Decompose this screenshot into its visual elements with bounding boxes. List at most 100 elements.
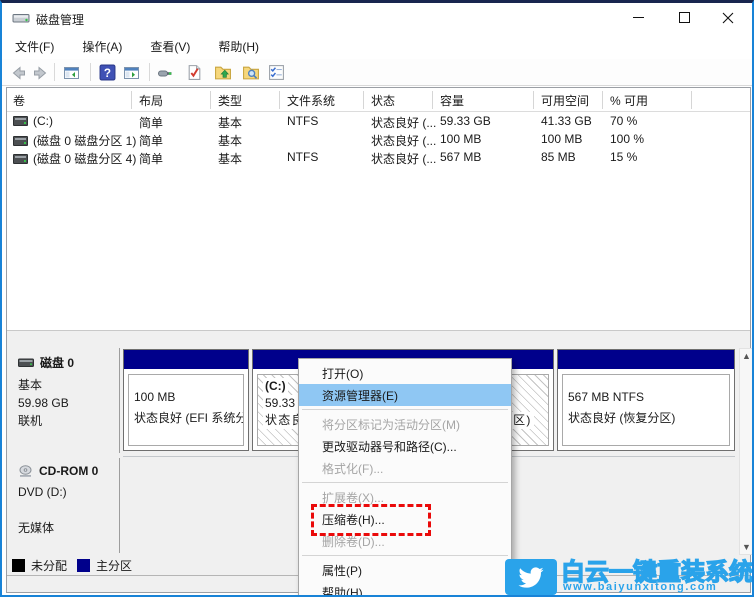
menu-action[interactable]: 操作(A) — [79, 36, 125, 57]
disk-kind: 基本 — [18, 378, 43, 392]
header-separator — [602, 91, 603, 109]
checklist-icon — [268, 65, 284, 80]
cell-free: 41.33 GB — [541, 114, 592, 128]
legend-label: 主分区 — [96, 559, 133, 573]
cdrom-label-box[interactable]: CD-ROM 0 DVD (D:) 无媒体 — [10, 458, 120, 553]
cell-fs: NTFS — [287, 114, 319, 128]
cdrom-icon — [19, 464, 32, 477]
show-action-pane-button[interactable] — [120, 62, 142, 83]
col-status[interactable]: 状态 — [371, 92, 395, 108]
cell-capacity: 100 MB — [440, 132, 482, 146]
table-row[interactable]: (磁盘 0 磁盘分区 4) 简单 基本 NTFS 状态良好 (... 567 M… — [7, 148, 750, 166]
back-button[interactable] — [7, 62, 29, 83]
title-bar: 磁盘管理 — [2, 3, 752, 33]
minimize-button[interactable] — [616, 3, 660, 32]
disk0-label-box[interactable]: 磁盘 0 基本 59.98 GB 联机 — [10, 348, 120, 453]
disk-management-window: 磁盘管理 文件(F) 操作(A) 查看(V) 帮助(H) ? 卷 布局 类型 文… — [0, 0, 754, 597]
disk-status: 联机 — [18, 414, 43, 428]
menu-file[interactable]: 文件(F) — [12, 36, 57, 57]
table-row[interactable]: (C:) 简单 基本 NTFS 状态良好 (... 59.33 GB 41.33… — [7, 112, 750, 130]
col-capacity[interactable]: 容量 — [440, 92, 464, 108]
cell-pct: 70 % — [610, 114, 638, 128]
col-layout[interactable]: 布局 — [139, 92, 163, 108]
cell-free: 100 MB — [541, 132, 583, 146]
menu-separator — [302, 482, 508, 483]
close-button[interactable] — [706, 3, 750, 32]
context-menu: 打开(O) 资源管理器(E) 将分区标记为活动分区(M) 更改驱动器号和路径(C… — [298, 358, 512, 596]
legend-unallocated: 未分配 — [12, 557, 67, 574]
partition-header-bar — [124, 350, 248, 370]
volume-icon — [13, 135, 28, 146]
menu-item-format: 格式化(F)... — [322, 461, 384, 476]
checklist-button[interactable] — [265, 62, 287, 83]
help-button[interactable]: ? — [96, 62, 118, 83]
action-pane-icon — [123, 66, 139, 79]
unallocated-swatch — [12, 559, 25, 572]
folder-search-icon — [243, 66, 259, 80]
table-header: 卷 布局 类型 文件系统 状态 容量 可用空间 % 可用 — [7, 89, 750, 112]
volume-icon — [13, 153, 28, 164]
scroll-up-icon[interactable]: ▲︎ — [740, 349, 752, 363]
properties-tool-button[interactable] — [154, 62, 176, 83]
cell-volume: (磁盘 0 磁盘分区 1) — [33, 134, 137, 148]
disk-icon — [18, 358, 34, 367]
menu-item-change-drive-letter[interactable]: 更改驱动器号和路径(C)... — [299, 435, 511, 457]
table-row[interactable]: (磁盘 0 磁盘分区 1) 简单 基本 状态良好 (... 100 MB 100… — [7, 130, 750, 148]
maximize-button[interactable] — [662, 3, 706, 32]
menu-view[interactable]: 查看(V) — [147, 36, 193, 57]
tool-icon — [157, 70, 171, 76]
partition-info: 100 MB 状态良好 (EFI 系统分区) — [128, 374, 244, 446]
window-title: 磁盘管理 — [36, 13, 85, 27]
cell-free: 85 MB — [541, 150, 576, 164]
disk-size: 59.98 GB — [18, 396, 69, 410]
shrink-volume-highlight-box — [311, 504, 431, 536]
check-document-button[interactable] — [183, 62, 205, 83]
forward-button[interactable] — [29, 62, 51, 83]
cell-volume: (磁盘 0 磁盘分区 4) — [33, 152, 137, 166]
header-separator — [691, 91, 692, 109]
header-separator — [363, 91, 364, 109]
menu-item-properties[interactable]: 属性(P) — [299, 559, 511, 581]
cdrom-name: CD-ROM 0 — [39, 464, 99, 478]
vertical-scrollbar[interactable]: ▲︎ ▼︎ — [739, 348, 752, 555]
col-volume[interactable]: 卷 — [13, 92, 25, 108]
partition-efi[interactable]: 100 MB 状态良好 (EFI 系统分区) — [123, 349, 249, 451]
legend-primary-partition: 主分区 — [77, 557, 132, 574]
menu-item-open[interactable]: 打开(O) — [299, 362, 511, 384]
partition-name: (C:) — [263, 378, 288, 395]
cell-volume: (C:) — [33, 114, 53, 128]
menu-separator — [302, 409, 508, 410]
col-free-space[interactable]: 可用空间 — [541, 92, 589, 108]
menu-item-help[interactable]: 帮助(H) — [299, 581, 511, 596]
primary-partition-swatch — [77, 559, 91, 572]
help-icon: ? — [99, 64, 115, 81]
folder-search-button[interactable] — [240, 62, 262, 83]
toolbar-separator — [54, 63, 55, 81]
document-check-icon — [188, 65, 200, 80]
disk-name: 磁盘 0 — [40, 356, 75, 370]
folder-up-icon — [215, 66, 231, 80]
toolbar-separator — [90, 63, 91, 81]
partition-size: 567 MB NTFS — [568, 390, 645, 404]
cell-pct: 100 % — [610, 132, 645, 146]
partition-recovery[interactable]: 567 MB NTFS 状态良好 (恢复分区) — [557, 349, 735, 451]
app-disk-icon — [12, 11, 30, 28]
cell-layout: 简单 — [139, 152, 164, 166]
cell-capacity: 59.33 GB — [440, 114, 491, 128]
col-type[interactable]: 类型 — [218, 92, 242, 108]
pane-splitter[interactable] — [7, 330, 750, 346]
cell-type: 基本 — [218, 134, 243, 148]
cell-type: 基本 — [218, 116, 243, 130]
col-pct-free[interactable]: % 可用 — [610, 92, 648, 108]
menu-item-explorer[interactable]: 资源管理器(E) — [299, 384, 511, 406]
show-console-tree-button[interactable] — [60, 62, 82, 83]
back-icon — [12, 65, 25, 80]
partition-header-bar — [558, 350, 734, 370]
folder-up-button[interactable] — [212, 62, 234, 83]
col-filesystem[interactable]: 文件系统 — [287, 92, 335, 108]
cell-status: 状态良好 (... — [371, 152, 437, 166]
header-separator — [210, 91, 211, 109]
toolbar: ? — [2, 59, 752, 86]
menu-help[interactable]: 帮助(H) — [215, 36, 262, 57]
